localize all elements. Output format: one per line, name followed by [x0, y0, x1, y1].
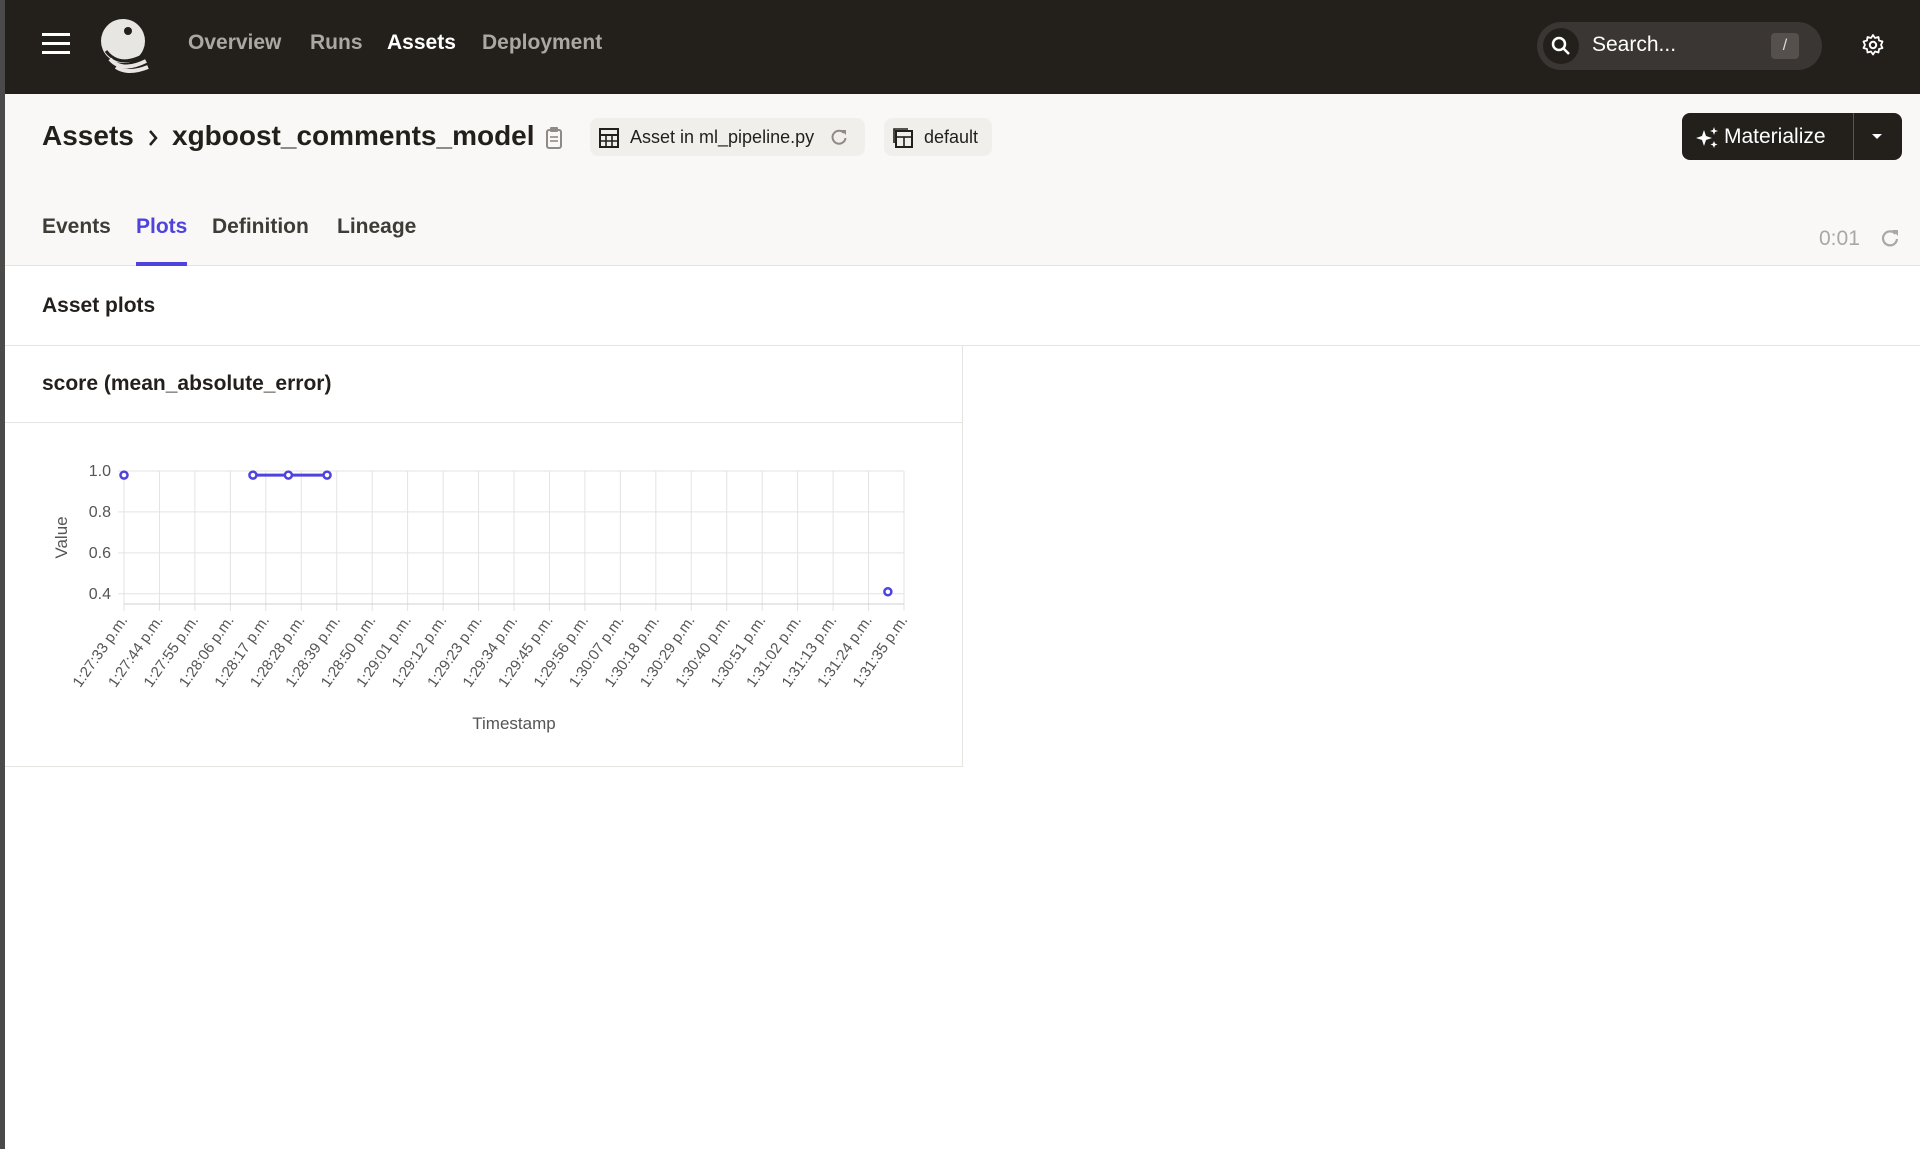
hamburger-menu-icon[interactable]: [42, 33, 70, 55]
dagster-logo-icon[interactable]: [96, 17, 154, 75]
group-label: default: [924, 127, 979, 147]
group-table-icon: [893, 128, 913, 148]
y-axis-label: Value: [52, 516, 71, 558]
asset-plots-header: Asset plots: [5, 267, 1920, 346]
group-tag[interactable]: default: [884, 118, 992, 156]
data-point: [322, 470, 332, 480]
active-tab-indicator: [136, 262, 187, 266]
data-point: [883, 586, 893, 597]
reload-icon[interactable]: [830, 128, 848, 146]
tab-plots[interactable]: Plots: [136, 215, 187, 239]
top-nav-bar: Overview Runs Assets Deployment Search..…: [5, 0, 1920, 94]
nav-deployment[interactable]: Deployment: [482, 31, 602, 55]
breadcrumb-assets[interactable]: Assets: [42, 120, 134, 152]
table-icon: [599, 128, 619, 148]
plot-title: score (mean_absolute_error): [42, 372, 332, 395]
tab-lineage[interactable]: Lineage: [337, 215, 416, 239]
materialize-button[interactable]: Materialize: [1682, 113, 1853, 160]
data-point: [283, 470, 294, 480]
section-title: Asset plots: [42, 294, 156, 317]
tab-definition[interactable]: Definition: [212, 215, 309, 239]
code-location-label: Asset in ml_pipeline.py: [630, 127, 815, 147]
materialize-label: Materialize: [1724, 125, 1826, 148]
nav-runs[interactable]: Runs: [310, 31, 363, 55]
nav-assets[interactable]: Assets: [387, 31, 456, 55]
y-tick-label: 0.4: [89, 586, 111, 603]
asset-name: xgboost_comments_model: [172, 120, 535, 151]
search-icon: [1543, 28, 1579, 64]
sparkle-icon: [1696, 127, 1718, 148]
search-input[interactable]: Search... /: [1537, 22, 1822, 70]
gear-icon[interactable]: [1861, 33, 1885, 57]
search-placeholder: Search...: [1592, 33, 1677, 56]
x-axis-label: Timestamp: [472, 714, 555, 733]
search-shortcut-badge: /: [1771, 33, 1799, 59]
data-point: [119, 470, 129, 480]
copy-clipboard-icon[interactable]: [545, 126, 563, 150]
nav-overview[interactable]: Overview: [188, 31, 281, 55]
y-tick-label: 0.8: [89, 504, 111, 521]
y-tick-label: 1.0: [89, 463, 111, 480]
plot-card-header: score (mean_absolute_error): [5, 346, 962, 423]
caret-down-icon[interactable]: [1870, 132, 1884, 142]
data-point: [248, 470, 258, 480]
tab-events[interactable]: Events: [42, 215, 111, 239]
line-chart: 1:27:33 p.m.1:27:44 p.m.1:27:55 p.m.1:28…: [52, 463, 911, 733]
y-tick-label: 0.6: [89, 545, 111, 562]
refresh-timer: 0:01: [1819, 227, 1860, 250]
code-location-tag[interactable]: Asset in ml_pipeline.py: [590, 118, 865, 156]
materialize-button-group: Materialize: [1682, 113, 1902, 160]
plot-card: score (mean_absolute_error) 1:27:33 p.m.…: [5, 346, 963, 767]
refresh-icon[interactable]: [1880, 228, 1900, 248]
chevron-right-icon: [149, 130, 158, 146]
